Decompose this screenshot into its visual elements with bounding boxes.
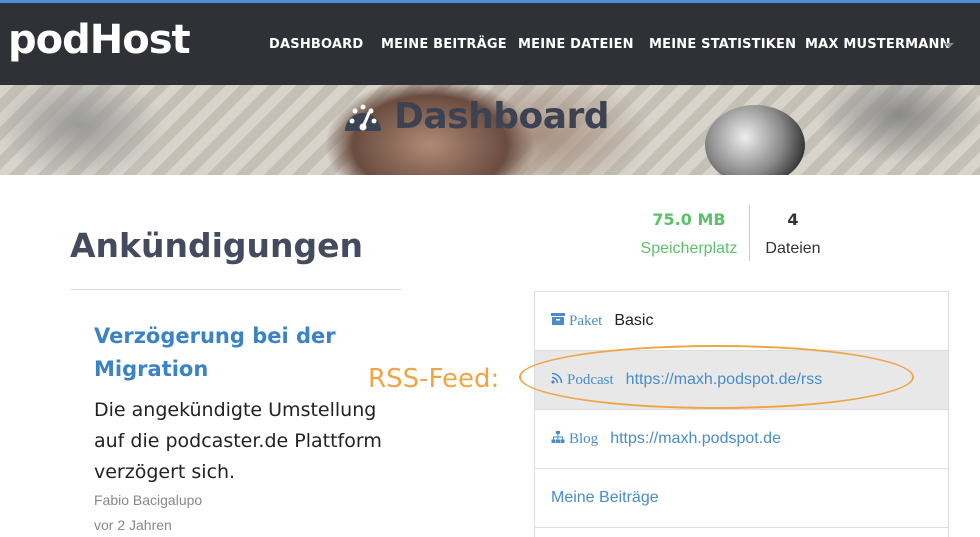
posts-row: Meine Beiträge — [535, 469, 948, 528]
nav-meine-dateien[interactable]: MEINE DATEIEN — [518, 37, 634, 52]
archive-icon — [551, 312, 565, 330]
package-value: Basic — [614, 312, 654, 329]
announcement-title-link[interactable]: Verzögerung bei der Migration — [94, 320, 374, 386]
sitemap-icon — [551, 430, 565, 448]
banner-photo-microphone — [705, 105, 805, 175]
announcement-date: vor 2 Jahren — [94, 517, 172, 533]
chevron-down-icon[interactable] — [944, 43, 954, 48]
dashboard-gauge-icon — [345, 104, 381, 131]
storage-label: Speicherplatz — [640, 240, 738, 257]
heading-divider — [70, 289, 402, 290]
blog-key: Blog — [569, 430, 599, 447]
banner-title-text: Dashboard — [394, 96, 610, 137]
podhost-logo[interactable]: podHost — [8, 17, 191, 63]
blog-link[interactable]: https://maxh.podspot.de — [610, 430, 781, 448]
podcast-row: Podcast https://maxh.podspot.de/rss — [535, 351, 948, 410]
package-row: Paket Basic — [535, 292, 948, 351]
my-posts-link[interactable]: Meine Beiträge — [551, 489, 659, 507]
announcement-body: Die angekündigte Umstellung auf die podc… — [94, 399, 382, 483]
package-key: Paket — [569, 312, 603, 329]
rss-icon — [551, 371, 563, 389]
announcement-author: Fabio Bacigalupo — [94, 492, 203, 508]
files-value: 4 — [787, 210, 799, 229]
nav-user-menu[interactable]: MAX MUSTERMANN — [805, 37, 951, 52]
announcements-heading: Ankündigungen — [70, 226, 364, 265]
blog-row: Blog https://maxh.podspot.de — [535, 410, 948, 469]
navbar: podHost DASHBOARD MEINE BEITRÄGE MEINE D… — [0, 3, 980, 85]
banner-title: Dashboard — [342, 96, 610, 137]
files-label: Dateien — [765, 240, 821, 257]
storage-value: 75.0 MB — [652, 210, 726, 229]
podcast-key: Podcast — [567, 371, 614, 388]
nav-meine-statistiken[interactable]: MEINE STATISTIKEN — [649, 37, 796, 52]
nav-meine-beitraege[interactable]: MEINE BEITRÄGE — [381, 37, 507, 52]
rss-feed-annotation-label: RSS-Feed: — [368, 364, 500, 394]
nav-dashboard[interactable]: DASHBOARD — [269, 37, 363, 52]
stats-separator — [749, 205, 750, 261]
podcast-rss-link[interactable]: https://maxh.podspot.de/rss — [626, 371, 823, 389]
account-info-panel: Paket Basic Podcast https://maxh.podspot… — [534, 291, 949, 537]
